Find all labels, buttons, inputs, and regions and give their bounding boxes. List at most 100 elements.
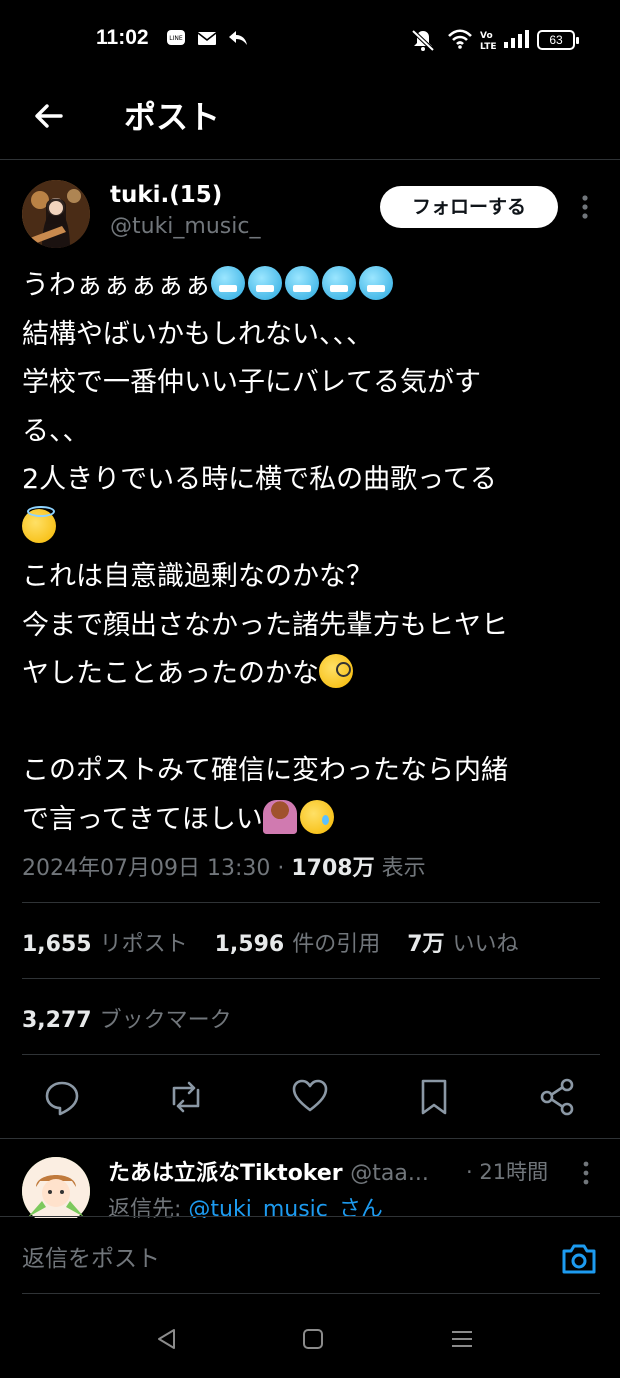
reply-arrow-icon: [227, 28, 249, 55]
composer-underline: [22, 1293, 600, 1294]
post-line: 2人きりでいる時に横で私の曲歌ってる: [22, 464, 497, 495]
reply-item[interactable]: たあは立派なTiktoker @taa... · 21時間 返信先: @tuki…: [0, 1138, 620, 1218]
nav-home-button[interactable]: [298, 1324, 328, 1354]
battery-indicator: 63: [537, 30, 579, 50]
more-vertical-icon: [582, 195, 588, 219]
smiling-face-with-halo-emoji: [22, 505, 56, 543]
volte-icon: Vo LTE: [480, 29, 498, 58]
post-text: うわぁぁぁぁぁ結構やばいかもしれない、、、学校で一番仲いい子にバレてる気がす る、…: [22, 262, 602, 844]
follow-button[interactable]: フォローする: [380, 186, 558, 228]
quotes-count: 1,596: [214, 932, 285, 957]
post-actions: [0, 1074, 620, 1120]
camera-icon: [562, 1244, 596, 1274]
reply-avatar[interactable]: [22, 1157, 90, 1218]
cold-face-emoji: [211, 266, 245, 300]
arrow-left-icon: [35, 104, 63, 128]
reply-to-label: 返信先:: [108, 1197, 182, 1218]
reply-to-mention[interactable]: @tuki_music_さん: [188, 1197, 382, 1218]
reposts-count: 1,655: [22, 932, 92, 957]
cold-face-emoji: [359, 266, 393, 300]
post-line: る、、: [22, 415, 90, 447]
post-line: これは自意識過剰なのかな？: [22, 561, 373, 592]
post-line: このポストみて確信に変わったなら内緒: [22, 755, 508, 786]
top-app-bar: ポスト: [0, 80, 620, 160]
views-label: 表示: [381, 856, 426, 881]
meta-separator: ·: [277, 856, 285, 881]
more-vertical-icon: [583, 1161, 589, 1185]
bookmark-button[interactable]: [414, 1074, 454, 1120]
like-icon: [292, 1079, 328, 1112]
cold-face-emoji: [285, 266, 319, 300]
post-line: で言ってきてほしい: [22, 796, 602, 845]
post-line: うわぁぁぁぁぁ: [22, 262, 602, 311]
wifi-icon: [447, 28, 473, 57]
page-title: ポスト: [124, 98, 221, 136]
post-line: 結構やばいかもしれない、、、: [22, 318, 373, 350]
reply-time: · 21時間: [466, 1160, 549, 1184]
author-handle[interactable]: @tuki_music_: [110, 214, 260, 239]
share-button[interactable]: [538, 1074, 578, 1120]
more-options-button[interactable]: [574, 192, 596, 222]
post-line: 今まで顔出さなかった諸先輩方もヒヤヒ: [22, 609, 508, 641]
divider: [22, 902, 600, 903]
avatar[interactable]: [22, 180, 90, 248]
likes-label: いいね: [452, 932, 519, 957]
reposts-stat[interactable]: 1,655 リポスト: [22, 932, 188, 957]
post-line: ヤしたことあったのかな: [22, 650, 602, 699]
bookmarks-label: ブックマーク: [99, 1008, 232, 1033]
status-bar: 11:02 LINE Vo LTE 63: [0, 0, 620, 80]
post-line: [22, 505, 602, 554]
triangle-back-icon: [158, 1329, 175, 1349]
mute-bell-icon: [410, 28, 436, 59]
system-navigation-bar: [0, 1300, 620, 1378]
bookmark-icon: [421, 1079, 447, 1115]
post-author: tuki.(15) @tuki_music_ フォローする: [0, 178, 620, 258]
post-line: [22, 699, 602, 748]
post-stats: 1,655 リポスト 1,596 件の引用 7万 いいね: [22, 926, 539, 958]
menu-lines-icon: [452, 1331, 472, 1347]
share-icon: [540, 1078, 574, 1116]
quotes-stat[interactable]: 1,596 件の引用: [215, 932, 381, 957]
post-meta: 2024年07月09日 13:30 · 1708万 表示: [22, 850, 426, 882]
smiling-face-with-tear-emoji: [299, 799, 334, 834]
square-home-icon: [303, 1329, 323, 1349]
repost-icon: [172, 1081, 200, 1113]
views-count[interactable]: 1708万: [291, 856, 374, 881]
cold-face-emoji: [248, 266, 282, 300]
post-line: 学校で一番仲いい子にバレてる気がす: [22, 367, 481, 398]
back-button[interactable]: [30, 96, 70, 136]
reply-button[interactable]: [42, 1074, 82, 1120]
reply-icon: [45, 1081, 79, 1116]
author-name[interactable]: tuki.(15): [110, 182, 222, 208]
signal-icon: [503, 28, 529, 57]
reply-author-handle: @taa...: [350, 1161, 429, 1186]
status-time: 11:02: [96, 26, 149, 49]
likes-count: 7万: [407, 932, 445, 957]
reply-to: 返信先: @tuki_music_さん: [108, 1191, 383, 1218]
reply-author-name: たあは立派なTiktoker: [108, 1161, 343, 1186]
repost-button[interactable]: [166, 1074, 206, 1120]
like-button[interactable]: [290, 1074, 330, 1120]
reposts-label: リポスト: [99, 932, 188, 957]
reply-author[interactable]: たあは立派なTiktoker @taa...: [108, 1155, 429, 1187]
post-timestamp[interactable]: 2024年07月09日 13:30: [22, 856, 270, 881]
reply-more-button[interactable]: [576, 1159, 596, 1187]
camera-button[interactable]: [560, 1241, 598, 1277]
nav-back-button[interactable]: [152, 1324, 182, 1354]
bookmarks-count: 3,277: [22, 1008, 92, 1033]
person-bowing-emoji: [262, 799, 297, 834]
divider: [22, 978, 600, 979]
cold-face-emoji: [322, 266, 356, 300]
likes-stat[interactable]: 7万 いいね: [407, 932, 518, 957]
svg-text:LINE: LINE: [169, 35, 183, 42]
bookmarks-stat[interactable]: 3,277 ブックマーク: [22, 1002, 232, 1034]
nav-recents-button[interactable]: [447, 1324, 477, 1354]
svg-text:LTE: LTE: [480, 42, 497, 51]
svg-text:Vo: Vo: [480, 31, 493, 41]
line-app-icon: LINE: [166, 28, 186, 55]
face-with-monocle-emoji: [319, 654, 353, 688]
reply-input[interactable]: [22, 1239, 542, 1279]
reply-composer: [0, 1216, 620, 1296]
divider: [22, 1054, 600, 1055]
mail-icon: [197, 28, 217, 55]
